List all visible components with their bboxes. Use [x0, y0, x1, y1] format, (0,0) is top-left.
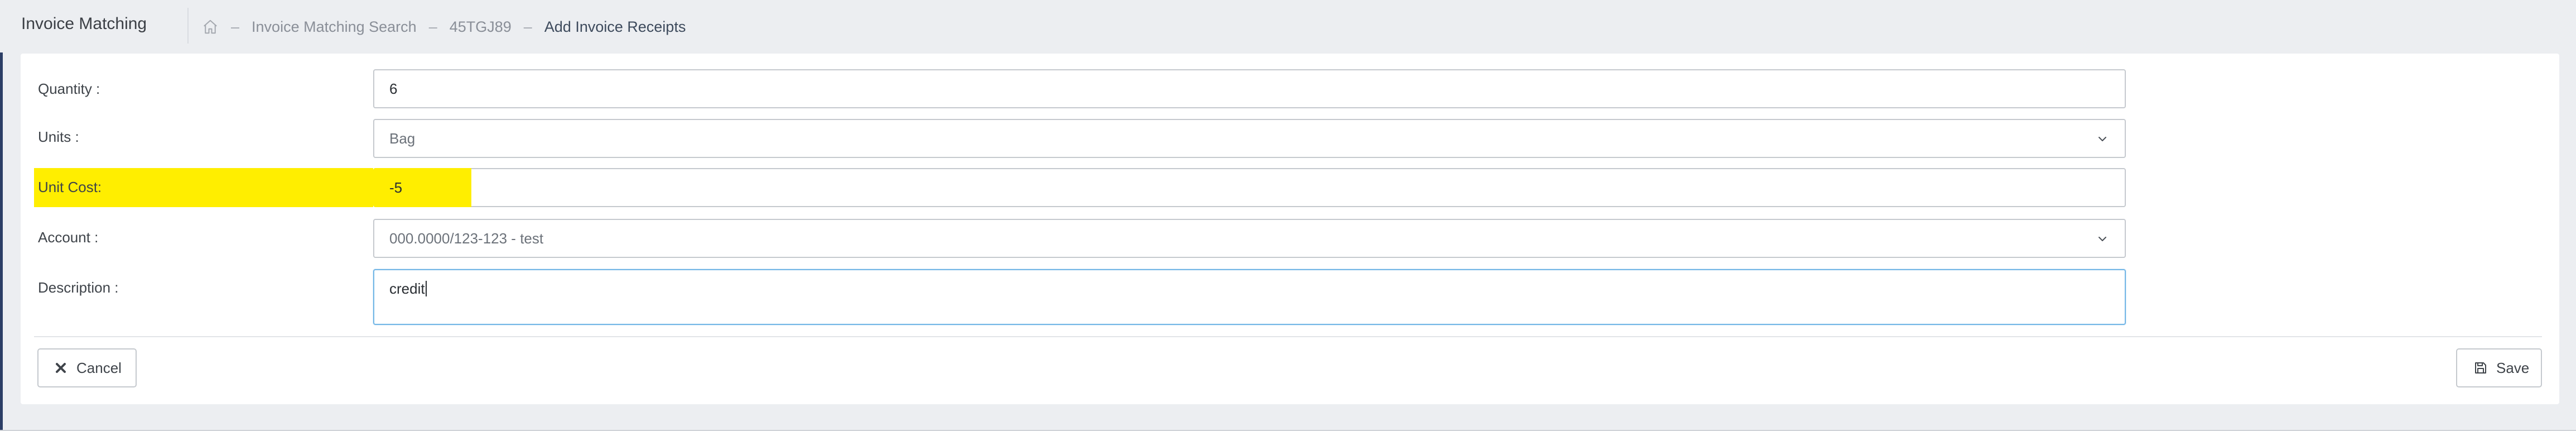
invoice-receipt-form: Quantity : 6 Units : Bag Unit Cost: -5 A… [21, 54, 2559, 404]
breadcrumb-separator: – [523, 18, 532, 35]
header-divider [187, 8, 189, 44]
account-value: 000.0000/123-123 - test [389, 229, 544, 247]
unit-cost-input[interactable]: -5 [373, 168, 2126, 207]
breadcrumb-current: Add Invoice Receipts [544, 18, 686, 35]
breadcrumb-invoice-id[interactable]: 45TGJ89 [450, 18, 512, 36]
units-select[interactable]: Bag [373, 119, 2126, 158]
description-value: credit [389, 280, 425, 297]
quantity-label: Quantity : [38, 80, 100, 97]
description-textarea[interactable]: credit [373, 269, 2126, 325]
home-icon[interactable] [202, 18, 219, 35]
breadcrumb-invoice-matching-search[interactable]: Invoice Matching Search [252, 18, 417, 36]
breadcrumb-separator: – [428, 18, 437, 35]
quantity-input[interactable]: 6 [373, 69, 2126, 108]
save-icon [2474, 361, 2487, 375]
text-caret [425, 281, 427, 296]
account-label: Account : [38, 229, 99, 246]
chevron-down-icon [2099, 137, 2106, 141]
form-divider [34, 336, 2542, 337]
cancel-label: Cancel [76, 359, 122, 376]
save-label: Save [2496, 359, 2530, 376]
quantity-value: 6 [389, 80, 398, 97]
save-button[interactable]: Save [2456, 348, 2542, 387]
top-header: Invoice Matching – Invoice Matching Sear… [0, 0, 2576, 52]
breadcrumb-separator: – [231, 18, 240, 35]
chevron-down-icon [2099, 237, 2106, 241]
cancel-button[interactable]: Cancel [37, 348, 137, 387]
close-icon [54, 361, 67, 375]
sidebar-edge [0, 52, 3, 431]
units-label: Units : [38, 128, 79, 145]
account-select[interactable]: 000.0000/123-123 - test [373, 219, 2126, 258]
unit-cost-value: -5 [389, 179, 403, 196]
unit-cost-label: Unit Cost: [38, 179, 102, 195]
page-title: Invoice Matching [21, 15, 147, 33]
unit-cost-input-highlight [373, 168, 471, 207]
breadcrumb: – Invoice Matching Search – 45TGJ89 – Ad… [202, 16, 686, 38]
units-value: Bag [389, 130, 416, 147]
description-label: Description : [38, 279, 119, 296]
